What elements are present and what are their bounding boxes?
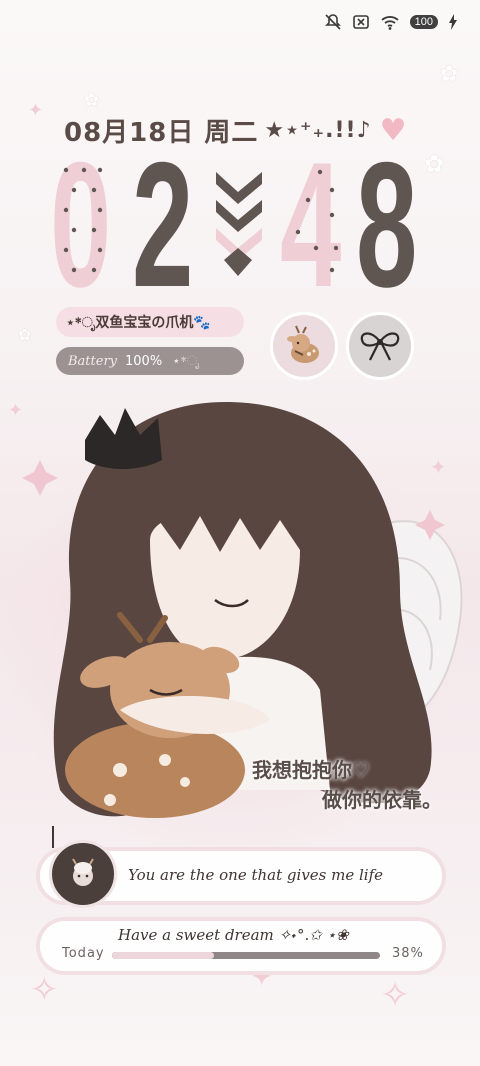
clock-separator <box>216 172 262 276</box>
charging-icon <box>448 14 458 30</box>
sparkle-icon: ✧ <box>30 970 59 1010</box>
progress-percent-label: 38% <box>392 946 424 961</box>
music-pin <box>52 826 54 848</box>
battery-icon: 100 <box>409 15 438 29</box>
flower-icon: ✿ <box>18 325 32 344</box>
no-sim-icon <box>352 13 370 31</box>
progress-track <box>112 952 380 959</box>
mute-icon <box>324 13 342 31</box>
progress-today-label: Today <box>62 946 105 961</box>
progress-fill <box>112 952 214 959</box>
name-label: ⋆*ೃ双鱼宝宝の爪机🐾 <box>66 315 211 331</box>
polka-dots <box>295 169 339 273</box>
battery-widget-label: Battery <box>68 353 118 369</box>
progress-title: Have a sweet dream ✧˖°.✩ ⋆❀ <box>118 926 349 944</box>
sparkle-icon: ✦ <box>28 100 44 121</box>
caption-line-2: 做你的依靠。 <box>322 788 442 812</box>
sparkle-icon: ✧ <box>380 975 411 1016</box>
wifi-icon <box>380 13 400 31</box>
status-bar: 100 <box>324 10 458 34</box>
music-album-art[interactable] <box>49 840 117 908</box>
battery-widget-decoration: ⋆*ೃ <box>172 353 200 369</box>
clock-minute-digit-2: 8 <box>356 125 418 324</box>
music-song-text: You are the one that gives me life <box>128 866 384 884</box>
bow-icon <box>360 332 400 361</box>
deer-icon <box>72 858 94 886</box>
bow-widget[interactable] <box>346 312 414 380</box>
flower-icon: ✿ <box>440 62 459 87</box>
deer-widget[interactable] <box>270 312 338 380</box>
battery-widget[interactable]: Battery 100% ⋆*ೃ <box>56 347 244 375</box>
caption-line-1: 我想抱抱你♡ <box>252 758 370 782</box>
polka-dots <box>63 167 103 273</box>
clock[interactable]: 0 2 4 8 <box>50 125 430 324</box>
flower-icon: ✿ <box>84 90 100 111</box>
battery-widget-value: 100% <box>125 353 163 369</box>
clock-hour-digit-2: 2 <box>132 125 194 324</box>
name-widget[interactable]: ⋆*ೃ双鱼宝宝の爪机🐾 <box>56 307 244 337</box>
illustration-caption: 我想抱抱你♡ 做你的依靠。 <box>252 755 442 815</box>
deer-icon <box>287 325 319 363</box>
